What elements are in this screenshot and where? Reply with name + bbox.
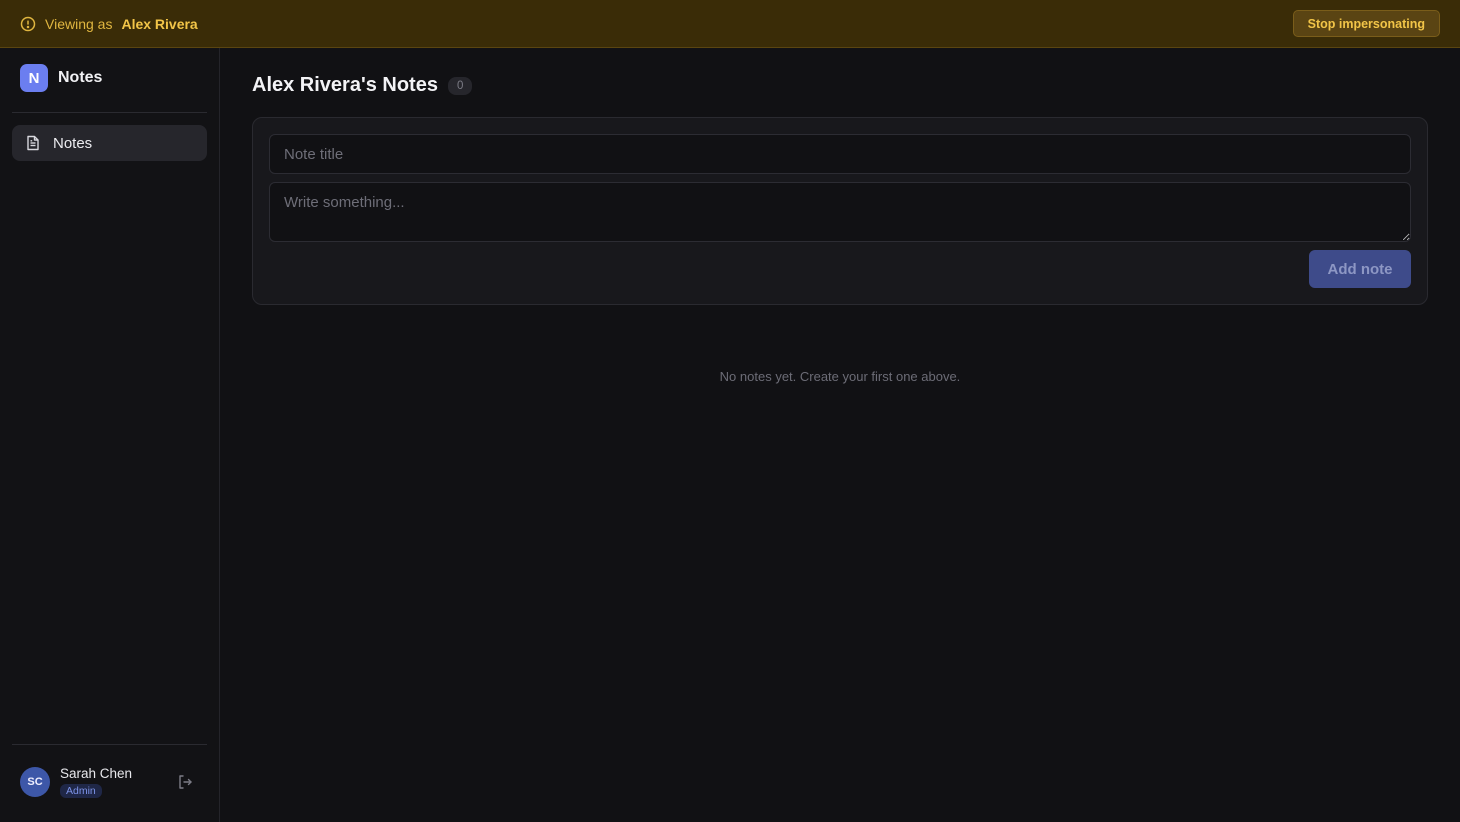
role-badge: Admin: [60, 784, 102, 798]
notes-count-badge: 0: [447, 76, 473, 95]
file-text-icon: [24, 134, 42, 152]
impersonation-banner: Viewing as Alex Rivera Stop impersonatin…: [0, 0, 1460, 48]
user-info: Sarah Chen Admin: [60, 766, 132, 798]
add-note-button[interactable]: Add note: [1309, 250, 1411, 288]
sidebar-item-label: Notes: [53, 134, 93, 152]
alert-circle-icon: [20, 16, 36, 32]
sidebar-item-notes[interactable]: Notes: [12, 125, 207, 161]
sidebar-footer-divider: [12, 744, 207, 745]
note-body-input[interactable]: [269, 182, 1411, 242]
impersonated-user-name: Alex Rivera: [121, 15, 198, 32]
page-header: Alex Rivera's Notes 0: [252, 74, 473, 97]
brand-name: Notes: [58, 69, 103, 86]
user-name: Sarah Chen: [60, 766, 133, 781]
new-note-card: Add note: [252, 117, 1428, 305]
note-title-input[interactable]: [269, 134, 1411, 174]
avatar: SC: [20, 767, 50, 797]
empty-state-message: No notes yet. Create your first one abov…: [719, 369, 961, 384]
logout-icon[interactable]: [176, 773, 194, 791]
impersonation-notice: Viewing as Alex Rivera: [20, 16, 198, 32]
current-user: SC Sarah Chen Admin: [20, 760, 200, 804]
brand-logo: N: [20, 64, 48, 92]
page-title: Alex Rivera's Notes: [252, 74, 438, 96]
brand[interactable]: N Notes: [20, 64, 102, 92]
sidebar-divider: [12, 112, 207, 113]
main-content: Alex Rivera's Notes 0 Add note No notes …: [220, 48, 1460, 822]
sidebar: N Notes Notes SC Sarah Chen Admin: [0, 48, 220, 822]
viewing-prefix: Viewing as: [45, 15, 113, 32]
stop-impersonating-button[interactable]: Stop impersonating: [1292, 10, 1440, 37]
